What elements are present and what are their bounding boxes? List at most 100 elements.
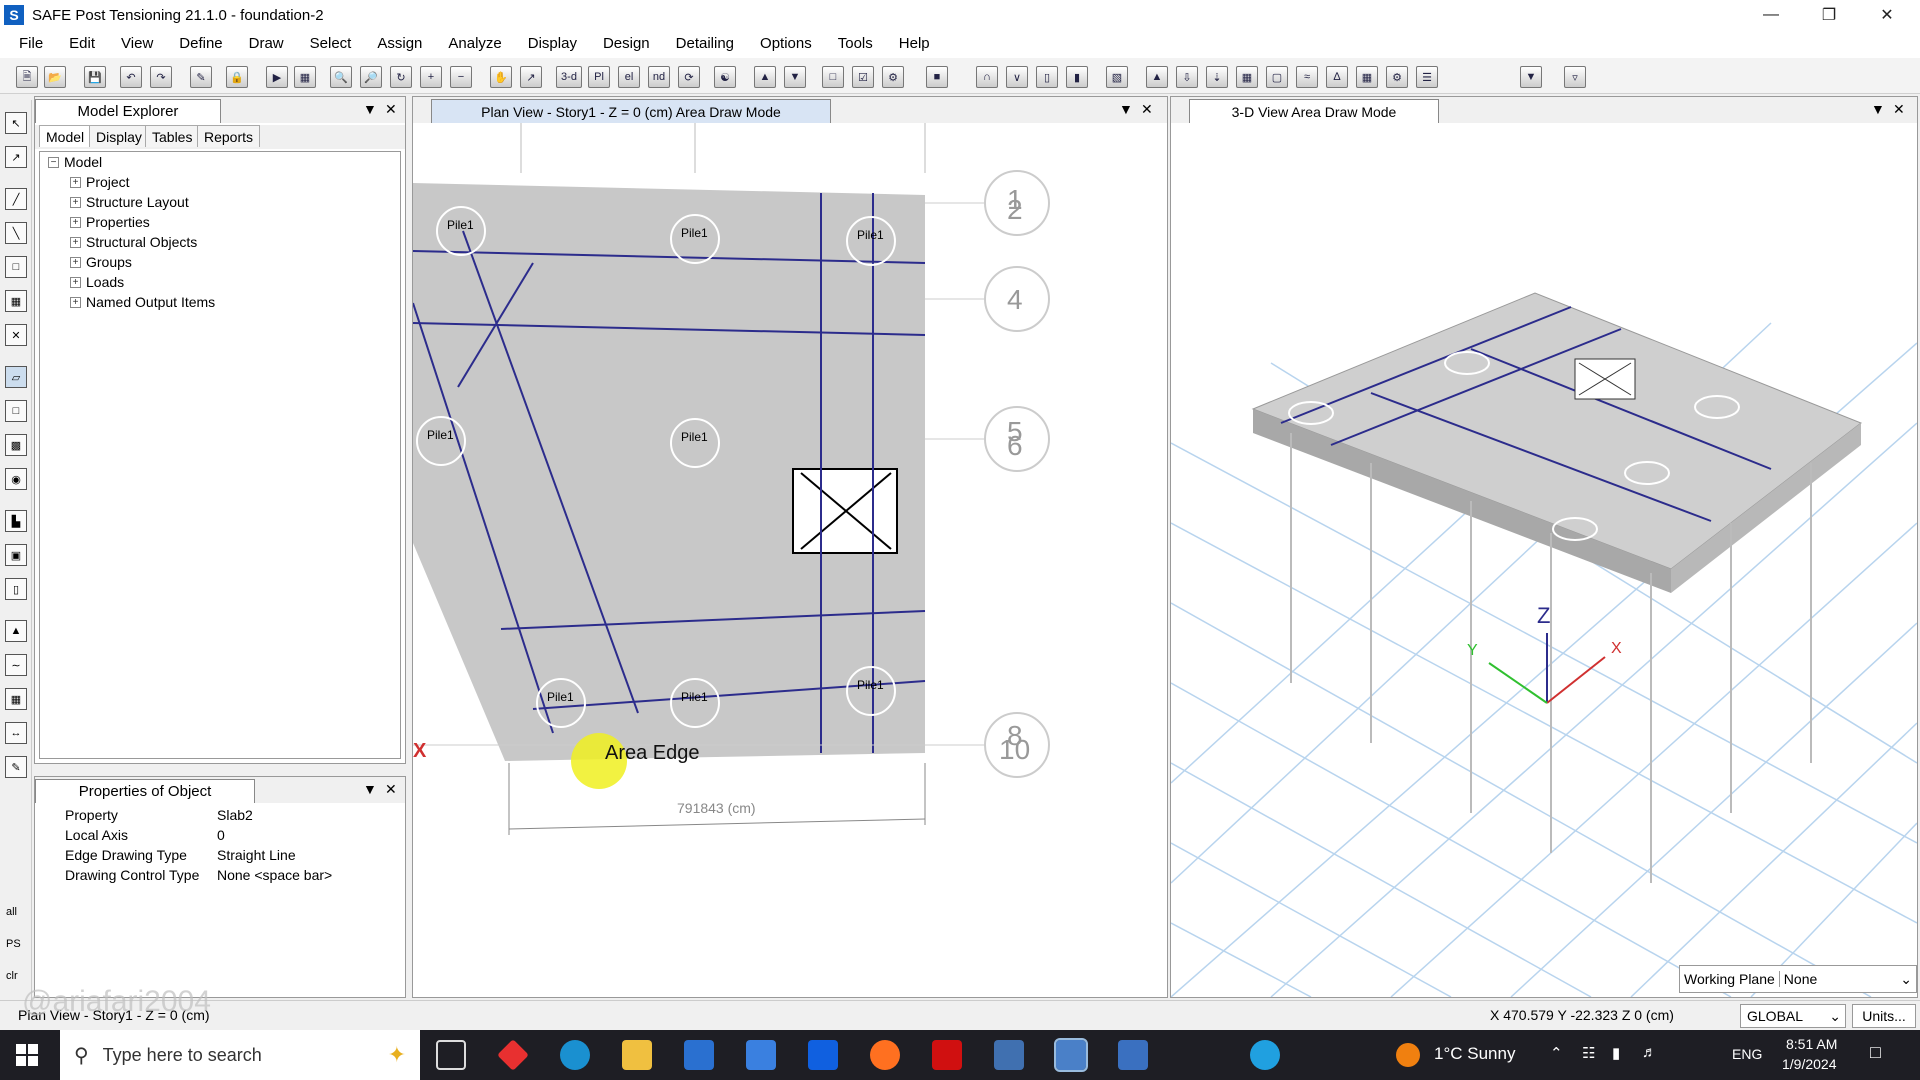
draw-frame-icon[interactable]: ∩ [976, 66, 998, 88]
view-close-icon[interactable]: ✕ [1141, 101, 1153, 118]
clock-date[interactable]: 1/9/2024 [1782, 1056, 1837, 1072]
draw-grid-icon[interactable]: ▦ [5, 290, 27, 312]
expand-icon[interactable]: + [70, 236, 81, 248]
plan-view-canvas[interactable]: Pile1 Pile1 Pile1 Pile1 Pile1 Pile1 Pile… [413, 123, 1167, 997]
draw-beam-icon[interactable]: ∨ [1006, 66, 1028, 88]
expand-icon[interactable]: + [70, 256, 81, 268]
menu-analyze[interactable]: Analyze [435, 30, 514, 58]
column-icon[interactable]: ▯ [5, 578, 27, 600]
language-indicator[interactable]: ENG [1732, 1046, 1762, 1062]
table-icon[interactable]: ▦ [1356, 66, 1378, 88]
plan-view-button[interactable]: Pl [588, 66, 610, 88]
restore-button[interactable]: ❐ [1800, 0, 1858, 30]
network-icon[interactable]: ☷ [1582, 1044, 1595, 1062]
circle-icon[interactable]: ◉ [5, 468, 27, 490]
calculator-icon[interactable] [1118, 1040, 1148, 1070]
expand-icon[interactable]: + [70, 296, 81, 308]
tree-root-model[interactable]: − Model [48, 154, 102, 170]
mesh-icon[interactable]: ▦ [5, 688, 27, 710]
draw-wall-icon[interactable]: ▯ [1036, 66, 1058, 88]
draw-dimension-icon[interactable]: □ [5, 256, 27, 278]
draw-polygon-area-icon[interactable]: ▱ [5, 366, 27, 388]
mail-icon[interactable] [746, 1040, 776, 1070]
edge-browser-icon[interactable] [560, 1040, 590, 1070]
safe-app-icon[interactable] [1054, 1038, 1088, 1072]
chevron-down-icon[interactable]: ⌄ [1896, 971, 1916, 988]
dimension-line-icon[interactable]: ↔ [5, 722, 27, 744]
draw-diagonal-icon[interactable]: ╲ [5, 222, 27, 244]
menu-edit[interactable]: Edit [56, 30, 108, 58]
deformed-icon[interactable]: ≈ [1296, 66, 1318, 88]
zoom-window-icon[interactable]: 🔍 [330, 66, 352, 88]
run-analysis-icon[interactable]: ▶ [266, 66, 288, 88]
task-view-icon[interactable] [436, 1040, 466, 1070]
taskbar-search[interactable]: ⚲ Type here to search ✦ [60, 1030, 420, 1080]
pencil-icon[interactable]: ✎ [190, 66, 212, 88]
nd-view-button[interactable]: nd [648, 66, 670, 88]
expand-icon[interactable]: + [70, 276, 81, 288]
open-icon[interactable]: 📂 [44, 66, 66, 88]
battery-icon[interactable]: ▮ [1612, 1044, 1620, 1062]
pan-icon[interactable]: ✋ [490, 66, 512, 88]
tray-chevron-icon[interactable]: ⌃ [1550, 1044, 1563, 1062]
detail-icon[interactable]: ☰ [1416, 66, 1438, 88]
pointer-icon[interactable]: ↖ [5, 112, 27, 134]
tree-item-structure-layout[interactable]: + Structure Layout [70, 194, 189, 210]
wall-icon[interactable]: ▙ [5, 510, 27, 532]
lock-icon[interactable]: 🔒 [226, 66, 248, 88]
save-icon[interactable]: 💾 [84, 66, 106, 88]
property-value[interactable]: None <space bar> [217, 867, 332, 883]
checkbox-icon[interactable]: ☑ [852, 66, 874, 88]
menu-design[interactable]: Design [590, 30, 663, 58]
property-row[interactable]: Local Axis 0 [65, 827, 425, 843]
tab-model[interactable]: Model [39, 125, 92, 147]
reaction-icon[interactable]: ∆ [1326, 66, 1348, 88]
etabs-icon[interactable] [994, 1040, 1024, 1070]
move-down-icon[interactable]: ▼ [784, 66, 806, 88]
tree-item-project[interactable]: + Project [70, 174, 130, 190]
property-value[interactable]: 0 [217, 827, 225, 843]
draw-line-icon[interactable]: ╱ [5, 188, 27, 210]
view-close-icon[interactable]: ✕ [1893, 101, 1905, 118]
clear-selection-label[interactable]: clr [6, 970, 18, 982]
tree-item-named-output-items[interactable]: + Named Output Items [70, 294, 215, 310]
pen-icon[interactable]: ✎ [5, 756, 27, 778]
zoom-previous-icon[interactable]: ↻ [390, 66, 412, 88]
load-icon[interactable]: ⇩ [1176, 66, 1198, 88]
menu-detailing[interactable]: Detailing [663, 30, 747, 58]
expand-icon[interactable]: + [70, 196, 81, 208]
dropbox-icon[interactable] [808, 1040, 838, 1070]
panel-dropdown-icon[interactable]: ▼ [363, 101, 377, 117]
tendon-icon[interactable]: ∼ [5, 654, 27, 676]
minimize-button[interactable]: — [1742, 0, 1800, 30]
quick-area-icon[interactable]: ▩ [5, 434, 27, 456]
draw-rect-area-icon[interactable]: □ [5, 400, 27, 422]
collapse-icon[interactable]: − [48, 156, 59, 168]
new-file-icon[interactable]: 🗎 [16, 66, 38, 88]
menu-assign[interactable]: Assign [364, 30, 435, 58]
model-view-icon[interactable]: ▦ [294, 66, 316, 88]
tab-reports[interactable]: Reports [197, 125, 261, 147]
clock-time[interactable]: 8:51 AM [1786, 1036, 1837, 1052]
working-plane-select[interactable]: None [1778, 971, 1896, 987]
tree-item-structural-objects[interactable]: + Structural Objects [70, 234, 197, 250]
menu-view[interactable]: View [108, 30, 166, 58]
area-load-icon[interactable]: ▦ [1236, 66, 1258, 88]
panel-close-icon[interactable]: ✕ [385, 781, 397, 798]
tree-item-properties[interactable]: + Properties [70, 214, 150, 230]
point-load-icon[interactable]: ⇣ [1206, 66, 1228, 88]
3d-view-canvas[interactable]: Z X Y [1171, 123, 1917, 997]
menu-draw[interactable]: Draw [236, 30, 297, 58]
elevation-view-button[interactable]: el [618, 66, 640, 88]
menu-select[interactable]: Select [297, 30, 365, 58]
help-icon[interactable] [1250, 1040, 1280, 1070]
store-icon[interactable] [684, 1040, 714, 1070]
volume-icon[interactable]: ♬ [1642, 1044, 1657, 1061]
property-value[interactable]: Slab2 [217, 807, 253, 823]
units-button[interactable]: Units... [1852, 1004, 1916, 1028]
opening-icon[interactable]: ▣ [5, 544, 27, 566]
menu-help[interactable]: Help [886, 30, 943, 58]
weather-text[interactable]: 1°C Sunny [1434, 1044, 1515, 1064]
support-icon[interactable]: ▲ [5, 620, 27, 642]
property-row[interactable]: Property Slab2 [65, 807, 425, 823]
